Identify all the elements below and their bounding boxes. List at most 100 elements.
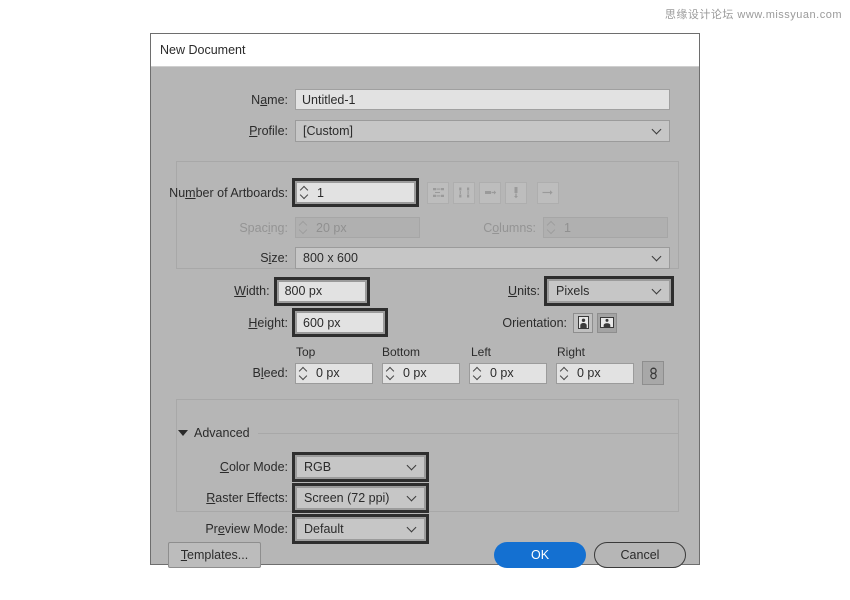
artboards-focus-ring: 1 (292, 178, 419, 207)
chain-link-icon[interactable] (642, 361, 664, 385)
triangle-down-icon[interactable] (178, 430, 188, 436)
spacing-columns-row: Spacing: 20 px Columns: 1 (151, 217, 674, 238)
bleed-bottom-spinner-arrows[interactable] (382, 363, 397, 384)
profile-label: Profile: (151, 124, 288, 138)
bleed-top-value: 0 px (316, 366, 340, 380)
color-mode-select[interactable]: RGB (296, 456, 425, 478)
templates-button-label: Templates... (181, 548, 248, 562)
raster-effects-row: Raster Effects: Screen (72 ppi) (151, 483, 674, 513)
preview-mode-focus-ring: Default (292, 514, 429, 544)
height-label: Height: (151, 316, 288, 330)
artboards-row: Number of Artboards: 1 (151, 178, 674, 207)
dialog-title: New Document (160, 43, 245, 57)
new-document-dialog: New Document Name: Untitled-1 Profile: [… (150, 33, 700, 565)
raster-effects-select[interactable]: Screen (72 ppi) (296, 487, 425, 509)
cancel-button-label: Cancel (621, 548, 660, 562)
bleed-row: Bleed: 0 px 0 px 0 px (151, 361, 674, 385)
name-row: Name: Untitled-1 (151, 89, 674, 110)
bleed-top-spinner-arrows[interactable] (295, 363, 310, 384)
artboards-input[interactable]: 1 (311, 182, 415, 203)
height-input[interactable]: 600 px (296, 312, 384, 333)
landscape-orientation-icon[interactable] (597, 313, 617, 333)
orientation-label: Orientation: (485, 316, 567, 330)
bleed-bottom-input[interactable]: 0 px (397, 363, 460, 384)
artboard-arrangement-buttons (427, 182, 563, 204)
advanced-label: Advanced (194, 426, 250, 440)
name-label: Name: (151, 93, 288, 107)
raster-effects-focus-ring: Screen (72 ppi) (292, 483, 429, 513)
columns-spinner-arrows (543, 217, 558, 238)
spacing-label: Spacing: (151, 221, 288, 235)
ok-button[interactable]: OK (494, 542, 586, 568)
size-row: Size: 800 x 600 (151, 247, 674, 269)
bleed-right-header: Right (557, 345, 585, 359)
units-focus-ring: Pixels (544, 276, 674, 306)
chevron-down-icon (653, 253, 661, 261)
watermark-text: 思缘设计论坛 www.missyuan.com (665, 6, 842, 22)
color-mode-select-value: RGB (304, 460, 331, 474)
units-select[interactable]: Pixels (548, 280, 670, 302)
width-input[interactable]: 800 px (278, 281, 366, 302)
spacing-input: 20 px (310, 217, 420, 238)
units-label: Units: (485, 284, 540, 298)
bleed-right-input[interactable]: 0 px (571, 363, 634, 384)
bleed-top-input[interactable]: 0 px (310, 363, 373, 384)
arrange-by-column-icon[interactable] (505, 182, 527, 204)
columns-label: Columns: (446, 221, 536, 235)
grid-by-row-icon[interactable] (427, 182, 449, 204)
raster-effects-label: Raster Effects: (151, 491, 288, 505)
artboards-input-value: 1 (317, 186, 324, 200)
spacing-stepper: 20 px (295, 217, 420, 238)
height-focus-ring: 600 px (292, 308, 388, 337)
color-mode-row: Color Mode: RGB (151, 452, 674, 482)
chevron-down-icon (653, 126, 661, 134)
height-input-value: 600 px (303, 316, 341, 330)
bleed-right-stepper[interactable]: 0 px (556, 363, 634, 384)
profile-row: Profile: [Custom] (151, 120, 674, 142)
preview-mode-select-value: Default (304, 522, 344, 536)
size-select-value: 800 x 600 (303, 251, 358, 265)
preview-mode-row: Preview Mode: Default (151, 514, 674, 544)
chevron-down-icon (408, 493, 416, 501)
artboards-stepper[interactable]: 1 (296, 182, 415, 203)
preview-mode-label: Preview Mode: (151, 522, 288, 536)
artboards-spinner-arrows[interactable] (296, 182, 311, 203)
chevron-down-icon (653, 286, 661, 294)
name-input[interactable]: Untitled-1 (295, 89, 670, 110)
templates-button[interactable]: Templates... (168, 542, 261, 568)
grid-by-column-icon[interactable] (453, 182, 475, 204)
bleed-left-spinner-arrows[interactable] (469, 363, 484, 384)
artboards-label: Number of Artboards: (151, 186, 288, 200)
bleed-bottom-value: 0 px (403, 366, 427, 380)
name-input-value: Untitled-1 (302, 93, 356, 107)
dialog-body: Name: Untitled-1 Profile: [Custom] Numbe… (151, 67, 699, 565)
height-orientation-row: Height: 600 px Orientation: (151, 308, 674, 337)
width-input-value: 800 px (285, 284, 323, 298)
size-select[interactable]: 800 x 600 (295, 247, 670, 269)
portrait-orientation-icon[interactable] (573, 313, 593, 333)
size-label: Size: (151, 251, 288, 265)
bleed-left-value: 0 px (490, 366, 514, 380)
profile-select-value: [Custom] (303, 124, 353, 138)
bleed-top-stepper[interactable]: 0 px (295, 363, 373, 384)
color-mode-focus-ring: RGB (292, 452, 429, 482)
dialog-titlebar: New Document (151, 34, 699, 67)
bleed-right-spinner-arrows[interactable] (556, 363, 571, 384)
cancel-button[interactable]: Cancel (594, 542, 686, 568)
advanced-section-header[interactable]: Advanced (178, 426, 678, 440)
bleed-left-stepper[interactable]: 0 px (469, 363, 547, 384)
columns-input-value: 1 (564, 221, 571, 235)
bleed-bottom-stepper[interactable]: 0 px (382, 363, 460, 384)
spacing-input-value: 20 px (316, 221, 347, 235)
spacing-spinner-arrows (295, 217, 310, 238)
arrow-right-icon[interactable] (537, 182, 559, 204)
color-mode-label: Color Mode: (151, 460, 288, 474)
advanced-divider (258, 433, 678, 434)
bleed-top-header: Top (296, 345, 315, 359)
orientation-buttons (573, 313, 621, 333)
bleed-left-input[interactable]: 0 px (484, 363, 547, 384)
preview-mode-select[interactable]: Default (296, 518, 425, 540)
chevron-down-icon (408, 524, 416, 532)
profile-select[interactable]: [Custom] (295, 120, 670, 142)
arrange-by-row-icon[interactable] (479, 182, 501, 204)
